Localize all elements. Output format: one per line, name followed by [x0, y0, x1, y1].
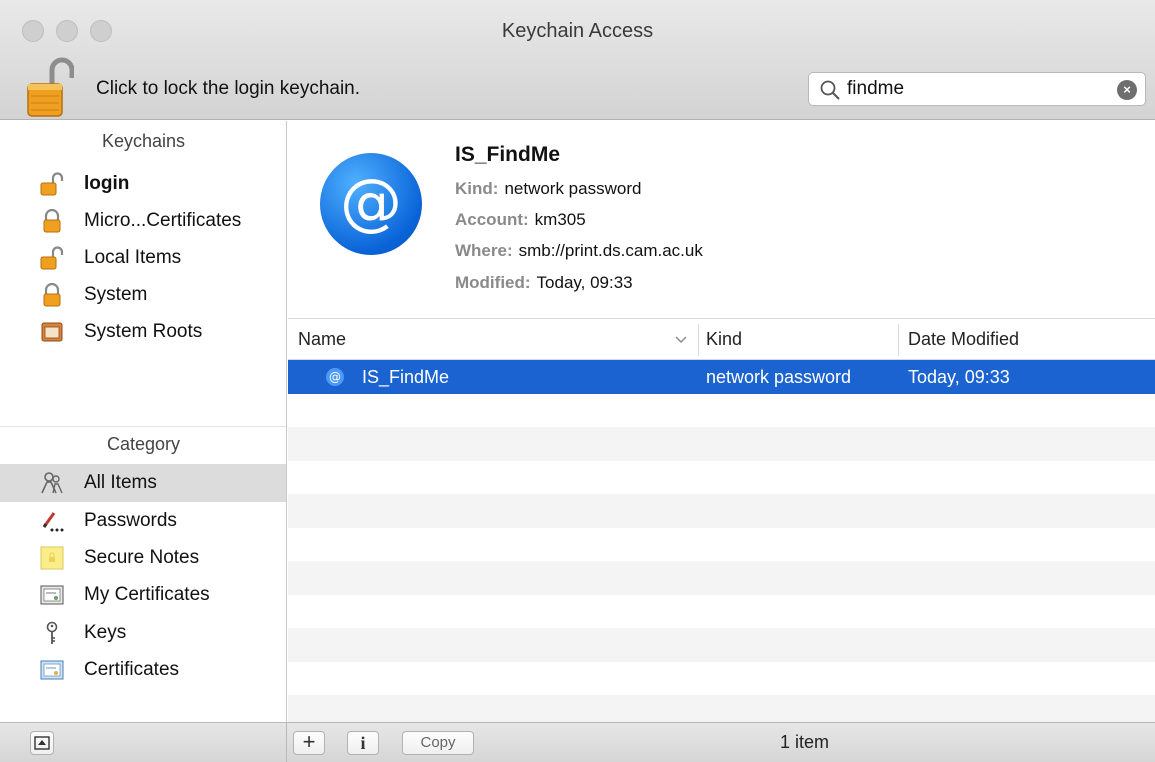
column-divider[interactable]: [698, 324, 699, 356]
column-header-name[interactable]: Name: [298, 329, 346, 350]
pencil-dots-icon: [42, 512, 64, 532]
bottom-bar: + i Copy 1 item: [0, 722, 1155, 762]
sidebar-item-secure-notes[interactable]: Secure Notes: [0, 539, 286, 577]
show-hide-sidebar-button[interactable]: [30, 731, 54, 755]
empty-row: [288, 394, 1155, 428]
note-icon: [40, 546, 64, 570]
clear-search-icon[interactable]: ×: [1117, 80, 1137, 100]
add-item-button[interactable]: +: [293, 731, 325, 755]
empty-row: [288, 561, 1155, 595]
sidebar-item-label: Passwords: [84, 510, 177, 531]
items-table: @ IS_FindMe network password Today, 09:3…: [288, 360, 1155, 729]
padlock-icon: [43, 209, 61, 233]
sidebar-item-label: Local Items: [84, 247, 182, 268]
cell-name: IS_FindMe: [362, 367, 450, 387]
sidebar-item-label: System: [84, 284, 148, 305]
search-icon: [820, 80, 840, 100]
cell-date-modified: Today, 09:33: [908, 367, 1010, 387]
item-count: 1 item: [780, 732, 830, 752]
title-toolbar: Keychain Access Click to lock the login …: [0, 0, 1155, 120]
empty-row: [288, 494, 1155, 528]
item-detail: @ IS_FindMe Kind: network password Accoun…: [288, 121, 1155, 319]
search-field[interactable]: ×: [808, 72, 1146, 106]
empty-row: [288, 427, 1155, 461]
column-header-kind[interactable]: Kind: [706, 329, 742, 350]
sidebar-divider: [0, 426, 286, 427]
network-password-icon: @: [320, 153, 422, 255]
unlocked-padlock-icon[interactable]: [26, 56, 75, 118]
detail-where: Where: smb://print.ds.cam.ac.uk: [455, 241, 703, 260]
sidebar-item-system[interactable]: System: [0, 276, 286, 314]
keychains-header: Keychains: [101, 131, 186, 151]
sidebar-item-passwords[interactable]: Passwords: [0, 502, 286, 540]
window-title: Keychain Access: [501, 20, 654, 42]
sidebar-item-label: My Certificates: [84, 584, 210, 605]
bottom-divider: [286, 723, 287, 762]
network-password-icon: @: [326, 368, 344, 386]
table-row[interactable]: @ IS_FindMe network password Today, 09:3…: [288, 360, 1155, 394]
empty-row: [288, 528, 1155, 562]
column-header-date-modified[interactable]: Date Modified: [908, 329, 1019, 350]
empty-row: [288, 662, 1155, 696]
sidebar-item-login[interactable]: login: [0, 165, 286, 203]
detail-kind: Kind: network password: [455, 179, 642, 198]
unlocked-padlock-icon: [40, 172, 64, 196]
sidebar-item-all-items[interactable]: All Items: [0, 464, 286, 502]
sidebar-item-certificates[interactable]: Certificates: [0, 651, 286, 689]
unlocked-padlock-icon: [40, 246, 64, 270]
certificate-icon: [40, 660, 64, 680]
sidebar-item-label: All Items: [84, 472, 157, 493]
detail-modified: Modified: Today, 09:33: [455, 273, 633, 292]
detail-account: Account: km305: [455, 210, 586, 229]
certificate-icon: [40, 585, 64, 605]
sidebar: Keychains login Micro...Certificates Loc…: [0, 121, 287, 722]
eject-icon: [34, 736, 50, 750]
table-header: Name Kind Date Modified: [288, 320, 1155, 360]
search-input[interactable]: [847, 77, 1107, 101]
people-icon: [41, 472, 63, 494]
cell-kind: network password: [706, 367, 852, 387]
keychain-access-window: Keychain Access Click to lock the login …: [0, 0, 1155, 762]
sidebar-item-label: Certificates: [84, 659, 180, 680]
sidebar-item-keys[interactable]: Keys: [0, 614, 286, 652]
sidebar-item-label: System Roots: [84, 321, 203, 342]
category-header: Category: [106, 434, 181, 454]
empty-row: [288, 461, 1155, 495]
lock-keychain-label[interactable]: Click to lock the login keychain.: [96, 78, 360, 100]
key-icon: [46, 621, 58, 644]
sidebar-item-local-items[interactable]: Local Items: [0, 239, 286, 277]
sidebar-item-label: Micro...Certificates: [84, 210, 242, 231]
column-divider[interactable]: [898, 324, 899, 356]
item-name: IS_FindMe: [455, 143, 561, 166]
padlock-icon: [43, 283, 61, 307]
empty-row: [288, 628, 1155, 662]
empty-row: [288, 595, 1155, 629]
copy-button[interactable]: Copy: [402, 731, 474, 755]
sidebar-item-my-certificates[interactable]: My Certificates: [0, 576, 286, 614]
sidebar-item-label: Keys: [84, 622, 127, 643]
get-info-button[interactable]: i: [347, 731, 379, 755]
sidebar-item-microsoft-certificates[interactable]: Micro...Certificates: [0, 202, 286, 240]
chevron-down-icon[interactable]: [674, 332, 688, 346]
sidebar-item-label: login: [84, 173, 130, 194]
cabinet-icon: [41, 322, 63, 342]
sidebar-item-system-roots[interactable]: System Roots: [0, 313, 286, 351]
sidebar-item-label: Secure Notes: [84, 547, 200, 568]
